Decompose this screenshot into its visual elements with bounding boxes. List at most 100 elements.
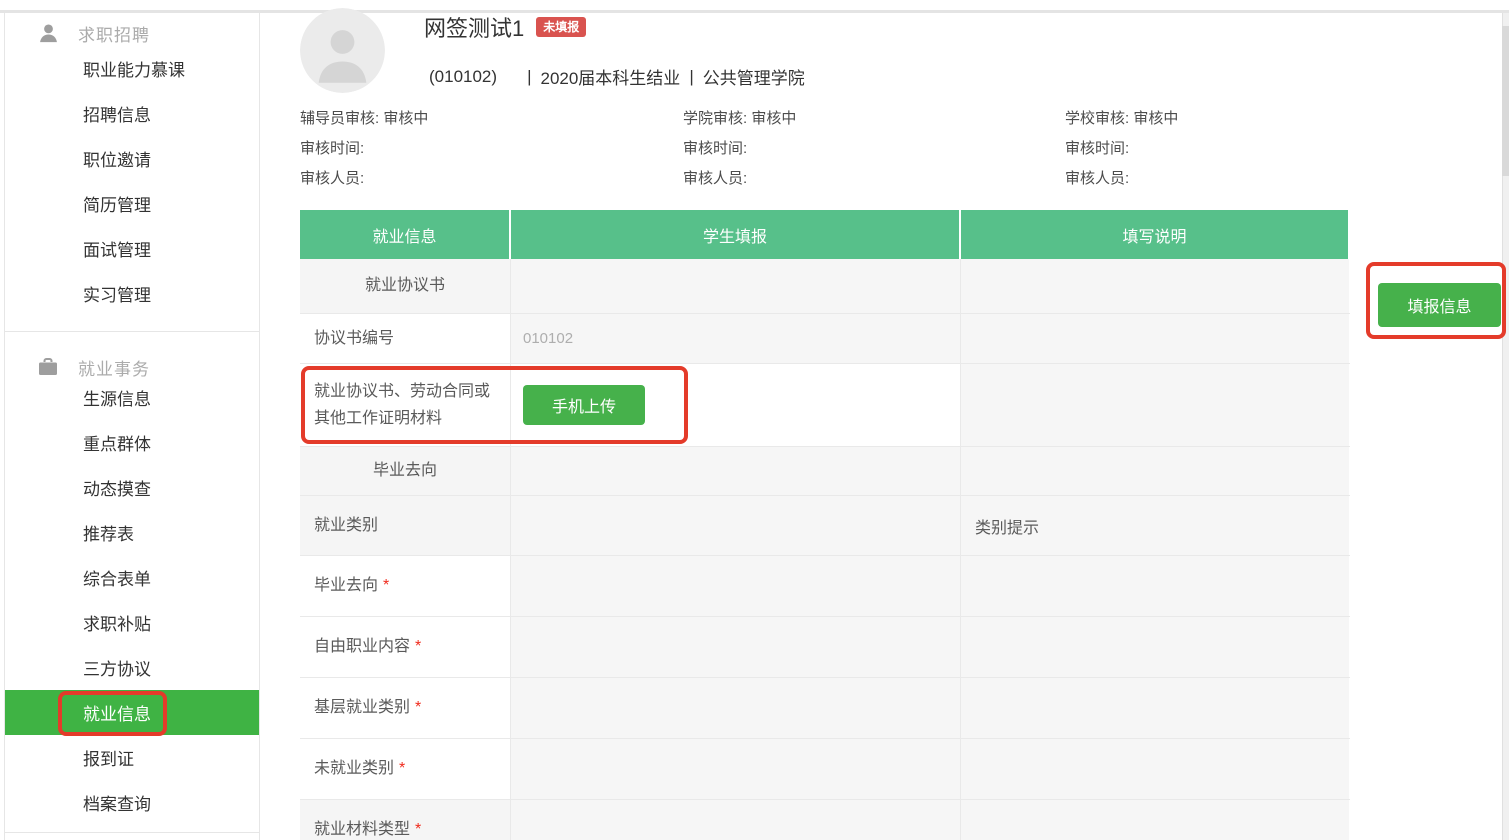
table-header-就业信息: 就业信息 (300, 210, 511, 259)
sidebar-item-综合表单[interactable]: 综合表单 (5, 555, 259, 600)
fill-note-cell (961, 739, 1349, 799)
review-column: 学校审核: 审核中审核时间:审核人员: (1065, 104, 1385, 194)
table-row: 未就业类别* (300, 739, 1350, 800)
separator: | (527, 67, 531, 87)
review-line: 审核人员: (300, 164, 620, 194)
person-icon (36, 21, 60, 45)
table-row: 基层就业类别* (300, 678, 1350, 739)
sidebar-item-label: 综合表单 (83, 565, 151, 590)
profile-name: 网签测试1 (424, 11, 524, 43)
row-label: 协议书编号 (314, 325, 394, 352)
sidebar-item-推荐表[interactable]: 推荐表 (5, 510, 259, 555)
fill-note-cell (961, 800, 1349, 840)
row-label-cell: 就业协议书、劳动合同或其他工作证明材料 (300, 364, 511, 446)
student-fill-cell (511, 556, 961, 616)
sidebar-item-面试管理[interactable]: 面试管理 (5, 226, 259, 271)
sidebar-item-label: 就业信息 (83, 700, 151, 725)
row-label: 就业类别 (314, 512, 378, 539)
sidebar-item-报到证[interactable]: 报到证 (5, 735, 259, 780)
sidebar-item-动态摸查[interactable]: 动态摸查 (5, 465, 259, 510)
student-fill-cell (511, 259, 961, 313)
row-label: 就业协议书、劳动合同或其他工作证明材料 (314, 378, 498, 432)
sidebar-item-招聘信息[interactable]: 招聘信息 (5, 91, 259, 136)
fill-note-cell: 类别提示 (961, 496, 1349, 555)
required-asterisk: * (415, 638, 421, 655)
employment-info-page: 求职招聘职业能力慕课招聘信息职位邀请简历管理面试管理实习管理就业事务生源信息重点… (0, 0, 1509, 840)
sidebar-item-三方协议[interactable]: 三方协议 (5, 645, 259, 690)
table-row: 协议书编号 010102 (300, 314, 1350, 364)
table-row: 就业材料类型* (300, 800, 1350, 840)
fill-note-cell (961, 447, 1349, 495)
row-label-cell: 基层就业类别* (300, 678, 511, 738)
page-scrollbar[interactable] (1502, 13, 1509, 840)
row-label-cell: 自由职业内容* (300, 617, 511, 677)
review-line: 审核时间: (683, 134, 1003, 164)
row-label: 未就业类别* (314, 755, 405, 782)
sidebar-item-label: 求职补贴 (83, 610, 151, 635)
scrollbar-thumb[interactable] (1502, 26, 1509, 176)
sidebar-item-简历管理[interactable]: 简历管理 (5, 181, 259, 226)
row-label-cell: 协议书编号 (300, 314, 511, 363)
sidebar-item-label: 动态摸查 (83, 475, 151, 500)
table-row: 毕业去向* (300, 556, 1350, 617)
row-label-cell: 毕业去向* (300, 556, 511, 616)
sidebar-item-label: 报到证 (83, 745, 134, 770)
sidebar-item-label: 职位邀请 (83, 146, 151, 171)
table-row: 毕业去向 (300, 447, 1350, 496)
sidebar-item-实习管理[interactable]: 实习管理 (5, 271, 259, 316)
review-line: 学校审核: 审核中 (1065, 104, 1385, 134)
top-strip (0, 0, 1509, 10)
mobile-upload-button[interactable]: 手机上传 (523, 385, 645, 425)
student-code: (010102) (429, 67, 497, 87)
agreement-number-value: 010102 (523, 330, 573, 347)
fill-info-button[interactable]: 填报信息 (1378, 283, 1501, 327)
row-label-cell: 就业类别 (300, 496, 511, 555)
sidebar-item-label: 推荐表 (83, 520, 134, 545)
table-header-row: 就业信息学生填报填写说明 (300, 210, 1350, 259)
review-line: 审核时间: (300, 134, 620, 164)
status-badge: 未填报 (536, 17, 586, 37)
class-info: 2020届本科生结业 (540, 64, 680, 89)
row-label: 自由职业内容* (314, 633, 421, 660)
separator: | (689, 67, 693, 87)
row-label: 就业协议书 (365, 272, 445, 299)
sidebar-item-重点群体[interactable]: 重点群体 (5, 420, 259, 465)
sidebar-item-label: 职业能力慕课 (83, 56, 185, 81)
student-fill-cell (511, 617, 961, 677)
fill-note-cell (961, 259, 1349, 313)
review-status: 辅导员审核: 审核中审核时间:审核人员:学院审核: 审核中审核时间:审核人员:学… (300, 104, 1360, 194)
sidebar-item-就业信息[interactable]: 就业信息 (5, 690, 259, 735)
student-fill-cell (511, 496, 961, 555)
sidebar-item-职位邀请[interactable]: 职位邀请 (5, 136, 259, 181)
avatar-person-icon (300, 8, 385, 93)
fill-note-cell (961, 617, 1349, 677)
review-line: 学院审核: 审核中 (683, 104, 1003, 134)
student-fill-cell: 010102 (511, 314, 961, 363)
sidebar-section-label: 求职招聘 (78, 21, 150, 46)
employment-table: 就业信息学生填报填写说明就业协议书协议书编号 010102 就业协议书、劳动合同或其… (300, 210, 1350, 840)
fill-note-cell (961, 556, 1349, 616)
row-label: 就业材料类型* (314, 816, 421, 840)
sidebar-item-求职补贴[interactable]: 求职补贴 (5, 600, 259, 645)
row-label-cell: 未就业类别* (300, 739, 511, 799)
review-column: 辅导员审核: 审核中审核时间:审核人员: (300, 104, 620, 194)
profile-info-line: (010102) | 2020届本科生结业 | 公共管理学院 (429, 64, 814, 89)
sidebar-item-生源信息[interactable]: 生源信息 (5, 375, 259, 420)
profile-header: 网签测试1 未填报 (424, 11, 586, 43)
sidebar-item-label: 简历管理 (83, 191, 151, 216)
student-fill-cell (511, 447, 961, 495)
sidebar-section-divider (5, 331, 259, 332)
student-fill-cell (511, 678, 961, 738)
table-header-填写说明: 填写说明 (961, 210, 1348, 259)
row-label-cell: 毕业去向 (300, 447, 511, 495)
required-asterisk: * (399, 760, 405, 777)
student-fill-cell (511, 800, 961, 840)
sidebar-item-label: 档案查询 (83, 790, 151, 815)
sidebar-item-档案查询[interactable]: 档案查询 (5, 780, 259, 825)
sidebar-item-职业能力慕课[interactable]: 职业能力慕课 (5, 46, 259, 91)
table-row: 就业类别 类别提示 (300, 496, 1350, 556)
sidebar-section-divider (5, 832, 259, 833)
row-label-cell: 就业协议书 (300, 259, 511, 313)
sidebar-item-label: 生源信息 (83, 385, 151, 410)
review-line: 审核时间: (1065, 134, 1385, 164)
